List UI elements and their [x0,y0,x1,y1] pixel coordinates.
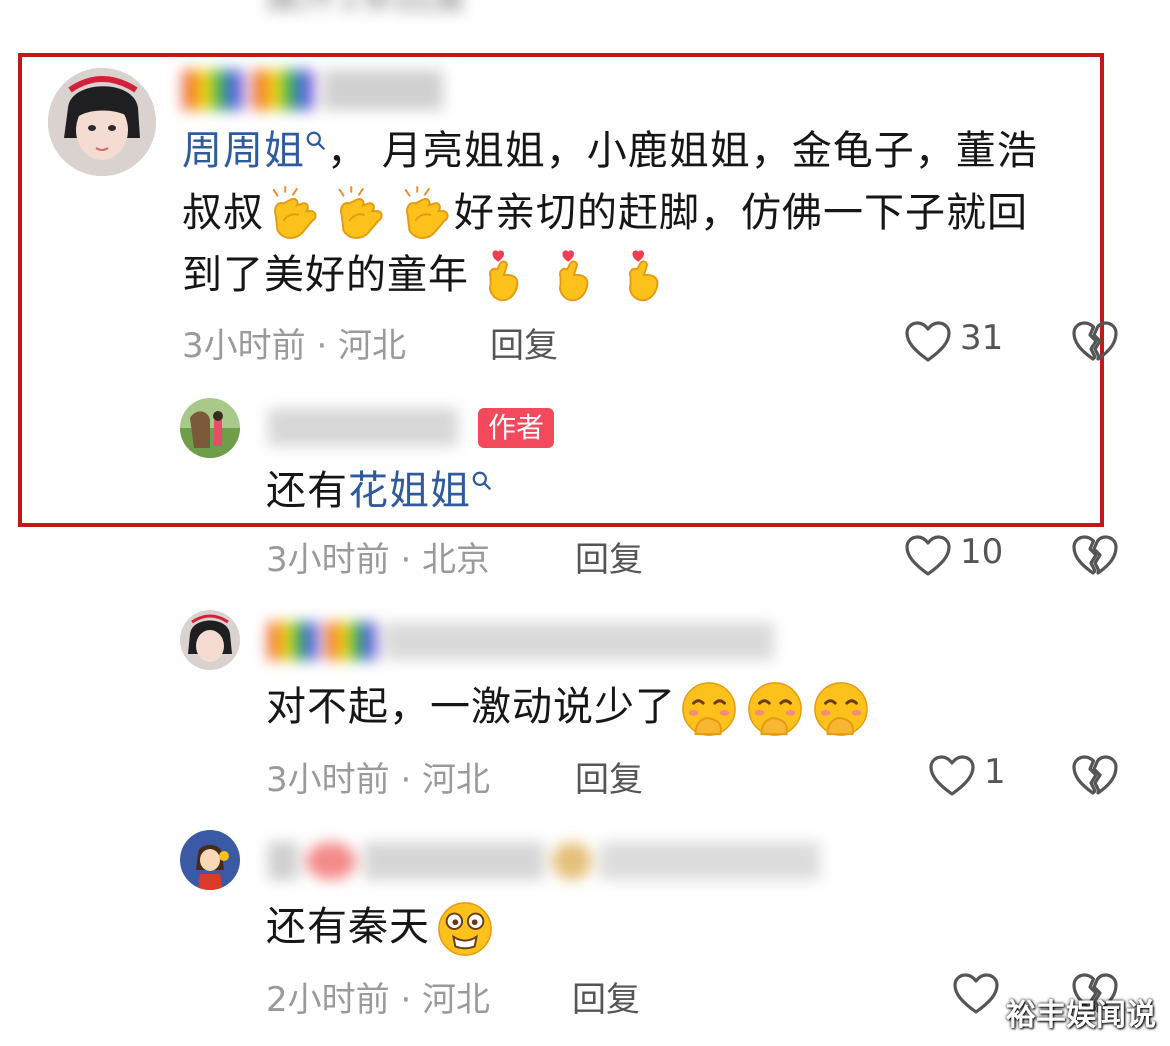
time-location: 2小时前 · 河北 [266,980,491,1020]
search-mini-icon [471,470,493,492]
clapping-hands-emoji [264,186,322,244]
finger-heart-emoji [479,248,527,306]
like-count: 31 [960,318,1004,358]
watermark: 裕丰娱闻说 [1006,998,1156,1033]
time-location: 3小时前 · 河北 [182,326,407,366]
broken-heart-icon[interactable] [1071,320,1119,364]
avatar[interactable] [180,610,240,670]
collapsed-replies-link[interactable]: 展开1条回复 [265,0,468,20]
time-location: 3小时前 · 河北 [266,760,491,800]
avatar[interactable] [48,68,156,176]
reply-text: 还有花姐姐 [266,460,493,522]
heart-icon[interactable] [904,320,952,364]
finger-heart-emoji [549,248,597,306]
broken-heart-icon[interactable] [1071,754,1119,798]
comment-text: 周周姐， 月亮姐姐，小鹿姐姐，金龟子，董浩 [182,128,1038,174]
avatar[interactable] [180,830,240,890]
heart-icon[interactable] [928,754,976,798]
clapping-hands-emoji [330,186,388,244]
reply-text: 还有秦天 [266,896,494,958]
mention-link[interactable]: 周周姐 [182,128,305,174]
finger-heart-emoji [619,248,667,306]
comment-text-line2: 叔叔 好亲切的赶脚，仿佛一下子就回 [182,182,1028,244]
avatar[interactable] [180,398,240,458]
reply-text: 对不起，一激动说少了 [266,676,870,738]
like-count: 1 [984,752,1006,792]
reply-button[interactable]: 回复 [575,752,643,801]
username-blurred[interactable] [268,408,458,446]
grin-face-emoji [436,900,494,958]
shy-face-emoji [812,680,870,738]
shy-face-emoji [746,680,804,738]
reply-button[interactable]: 回复 [572,972,640,1021]
reply-button[interactable]: 回复 [490,318,558,367]
reply-button[interactable]: 回复 [575,532,643,581]
heart-icon[interactable] [904,534,952,578]
username-blurred[interactable] [183,70,453,110]
search-mini-icon [305,130,327,152]
time-location: 3小时前 · 北京 [266,540,491,580]
username-blurred[interactable] [268,622,788,660]
like-count: 10 [960,532,1004,572]
comment-text-line3: 到了美好的童年 [182,244,667,306]
username-blurred[interactable] [268,842,828,880]
broken-heart-icon[interactable] [1071,534,1119,578]
clapping-hands-emoji [396,186,454,244]
shy-face-emoji [680,680,738,738]
author-badge: 作者 [478,408,555,448]
mention-link[interactable]: 花姐姐 [348,468,471,514]
heart-icon[interactable] [952,972,1000,1016]
